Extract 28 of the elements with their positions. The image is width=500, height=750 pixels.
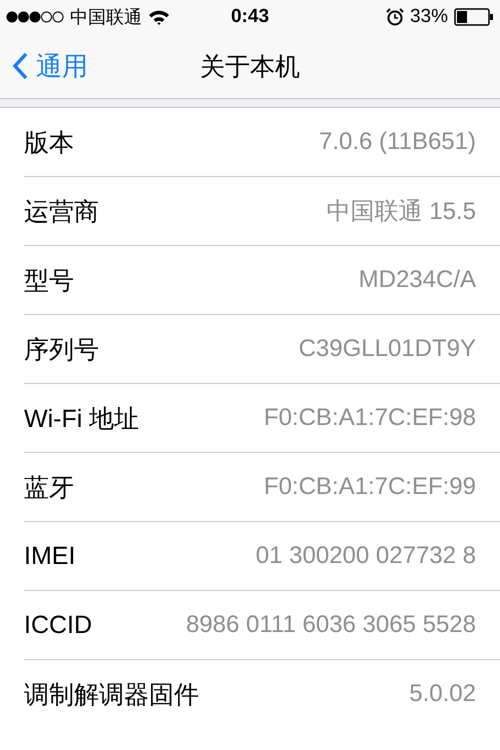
row-label: 调制解调器固件	[24, 680, 199, 710]
row-label: 版本	[24, 128, 74, 158]
row-value: 5.0.02	[409, 680, 476, 708]
row-label: 序列号	[24, 334, 99, 366]
battery-percent: 33%	[410, 6, 448, 28]
row-label: 运营商	[24, 196, 99, 228]
chevron-left-icon	[12, 52, 28, 80]
back-button[interactable]: 通用	[0, 48, 100, 84]
row-value: C39GLL01DT9Y	[298, 335, 476, 363]
carrier-name: 中国联通	[70, 6, 142, 29]
row-value: 8986 0111 6036 3065 5528	[186, 611, 476, 639]
row-label: ICCID	[24, 610, 92, 640]
row-value: MD234C/A	[358, 266, 476, 294]
row-label: Wi-Fi 地址	[24, 404, 140, 434]
row-value: F0:CB:A1:7C:EF:98	[264, 404, 476, 432]
clock-time: 0:43	[230, 6, 270, 28]
wifi-icon	[148, 9, 170, 25]
alarm-clock-icon	[386, 8, 404, 26]
signal-icon	[6, 11, 64, 23]
row-label: 蓝牙	[24, 472, 74, 504]
row-label: IMEI	[24, 542, 76, 570]
row-value: F0:CB:A1:7C:EF:99	[264, 473, 476, 501]
row-value: 01 300200 027732 8	[256, 542, 476, 570]
battery-icon	[454, 8, 494, 26]
page-title: 关于本机	[200, 52, 300, 82]
row-value: 中国联通 15.5	[326, 197, 476, 227]
row-value: 7.0.6 (11B651)	[319, 128, 476, 156]
row-label: 型号	[24, 266, 74, 296]
